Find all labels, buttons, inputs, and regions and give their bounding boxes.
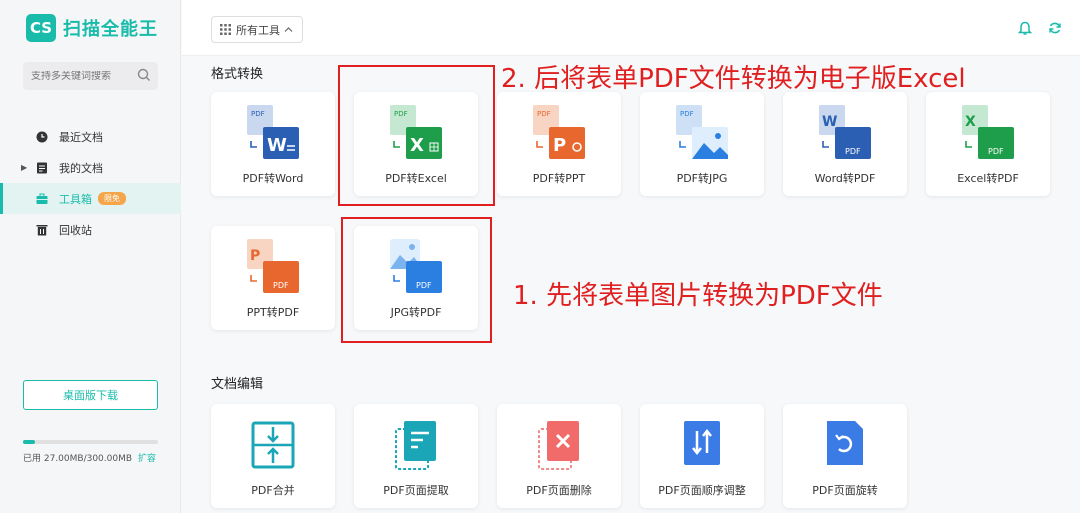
tool-word-to-pdf[interactable]: W PDF Word转PDF bbox=[783, 92, 907, 196]
tool-pdf-page-delete[interactable]: PDF页面删除 bbox=[497, 404, 621, 508]
bell-icon[interactable] bbox=[1018, 21, 1032, 36]
svg-text:X: X bbox=[965, 114, 976, 130]
sidebar-item-trash[interactable]: 回收站 bbox=[0, 214, 181, 245]
toolbox-icon bbox=[36, 193, 48, 204]
sidebar-item-label: 回收站 bbox=[59, 223, 92, 237]
tool-label: PDF转JPG bbox=[676, 172, 728, 185]
storage-progress-fill bbox=[23, 440, 36, 444]
storage-usage-text: 已用 27.00MB/300.00MB bbox=[23, 454, 133, 464]
tool-pdf-page-rotate[interactable]: PDF页面旋转 bbox=[783, 404, 907, 508]
trash-icon bbox=[36, 224, 48, 235]
tool-label: PPT转PDF bbox=[246, 306, 300, 319]
tool-label: PDF合并 bbox=[251, 484, 295, 497]
annotation-step-2: 2. 后将表单PDF文件转换为电子版Excel bbox=[501, 64, 966, 94]
page-reorder-icon bbox=[684, 421, 720, 465]
section-title-convert: 格式转换 bbox=[211, 67, 264, 82]
ppt-to-pdf-icon: P PDF bbox=[247, 239, 299, 293]
sidebar-item-label: 工具箱 bbox=[59, 192, 92, 206]
sidebar-item-label: 我的文档 bbox=[59, 161, 103, 175]
tool-pdf-to-ppt[interactable]: PDF P PDF转PPT bbox=[497, 92, 621, 196]
clock-icon bbox=[36, 131, 48, 142]
document-icon bbox=[37, 162, 47, 173]
sidebar: CS 扫描全能王 最近文档 ▶ 我的文档 bbox=[0, 0, 181, 513]
svg-text:PDF: PDF bbox=[537, 110, 551, 118]
sidebar-item-my-docs[interactable]: ▶ 我的文档 bbox=[0, 152, 181, 183]
annotation-step-1: 1. 先将表单图片转换为PDF文件 bbox=[513, 281, 883, 311]
tool-pdf-merge[interactable]: PDF合并 bbox=[211, 404, 335, 508]
all-tools-dropdown[interactable]: 所有工具 bbox=[211, 16, 303, 43]
storage-usage: 已用 27.00MB/300.00MB 扩容 bbox=[23, 451, 156, 464]
tool-excel-to-pdf[interactable]: X PDF Excel转PDF bbox=[926, 92, 1050, 196]
highlight-box-pdf-to-excel bbox=[338, 65, 495, 206]
svg-text:P: P bbox=[553, 135, 566, 156]
page-extract-icon bbox=[395, 421, 436, 470]
merge-icon bbox=[251, 421, 295, 469]
limited-free-badge: 限免 bbox=[98, 192, 126, 205]
svg-text:PDF: PDF bbox=[845, 147, 861, 156]
page-delete-icon bbox=[538, 421, 579, 470]
svg-text:PDF: PDF bbox=[680, 110, 694, 118]
tool-label: PDF转PPT bbox=[532, 172, 586, 185]
search-icon[interactable] bbox=[137, 68, 151, 82]
svg-text:W: W bbox=[822, 114, 837, 130]
sidebar-nav: 最近文档 ▶ 我的文档 工具箱 限免 回收站 bbox=[0, 121, 181, 245]
highlight-box-jpg-to-pdf bbox=[341, 217, 492, 343]
sidebar-item-toolbox[interactable]: 工具箱 限免 bbox=[0, 183, 181, 214]
search-box[interactable] bbox=[23, 62, 158, 90]
word-to-pdf-icon: W PDF bbox=[819, 105, 871, 159]
all-tools-label: 所有工具 bbox=[236, 23, 280, 37]
app-logo[interactable]: CS 扫描全能王 bbox=[26, 14, 158, 42]
tool-label: Word转PDF bbox=[814, 172, 876, 185]
app-name: 扫描全能王 bbox=[63, 19, 158, 40]
tool-label: PDF页面提取 bbox=[383, 484, 449, 497]
desktop-download-button[interactable]: 桌面版下载 bbox=[23, 380, 158, 410]
tool-pdf-to-word[interactable]: PDF W PDF转Word bbox=[211, 92, 335, 196]
tool-ppt-to-pdf[interactable]: P PDF PPT转PDF bbox=[211, 226, 335, 330]
excel-to-pdf-icon: X PDF bbox=[962, 105, 1014, 159]
search-input[interactable] bbox=[31, 70, 131, 82]
svg-text:PDF: PDF bbox=[251, 110, 265, 118]
tool-label: PDF页面顺序调整 bbox=[658, 484, 746, 497]
chevron-up-icon bbox=[284, 27, 293, 32]
svg-text:PDF: PDF bbox=[273, 281, 289, 290]
sidebar-item-label: 最近文档 bbox=[59, 130, 103, 144]
logo-badge: CS bbox=[26, 14, 56, 42]
svg-text:PDF: PDF bbox=[988, 147, 1004, 156]
tool-label: PDF转Word bbox=[242, 172, 304, 185]
tool-pdf-page-reorder[interactable]: PDF页面顺序调整 bbox=[640, 404, 764, 508]
sidebar-item-recent[interactable]: 最近文档 bbox=[0, 121, 181, 152]
pdf-to-word-icon: PDF W bbox=[247, 105, 299, 159]
tool-pdf-page-extract[interactable]: PDF页面提取 bbox=[354, 404, 478, 508]
grid-icon bbox=[220, 24, 231, 35]
tool-label: PDF页面旋转 bbox=[812, 484, 878, 497]
caret-right-icon[interactable]: ▶ bbox=[21, 163, 27, 172]
pdf-to-jpg-icon: PDF bbox=[676, 105, 728, 159]
pdf-to-ppt-icon: PDF P bbox=[533, 105, 585, 159]
sync-icon[interactable] bbox=[1048, 21, 1062, 35]
svg-text:W: W bbox=[267, 135, 287, 156]
page-rotate-icon bbox=[827, 421, 863, 465]
svg-text:P: P bbox=[250, 248, 260, 264]
topbar: 所有工具 bbox=[182, 0, 1080, 56]
storage-progress-bar bbox=[23, 440, 158, 444]
section-title-edit: 文档编辑 bbox=[211, 377, 264, 392]
tool-pdf-to-jpg[interactable]: PDF PDF转JPG bbox=[640, 92, 764, 196]
expand-storage-link[interactable]: 扩容 bbox=[138, 454, 156, 464]
tool-label: PDF页面删除 bbox=[526, 484, 592, 497]
tool-label: Excel转PDF bbox=[957, 172, 1019, 185]
